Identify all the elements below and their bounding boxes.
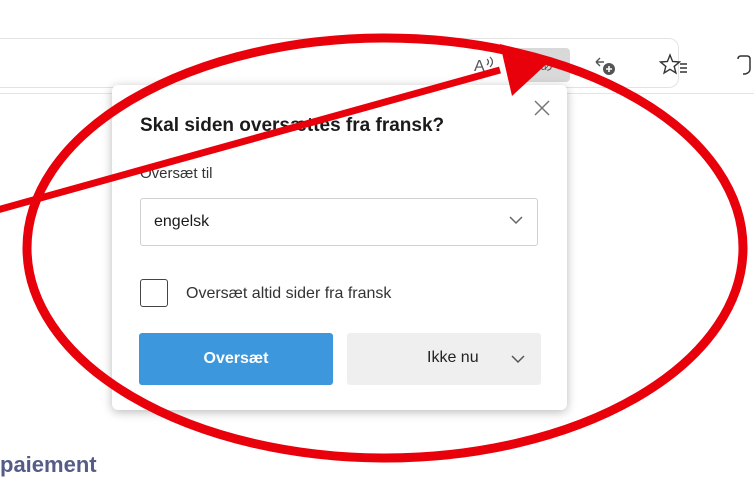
read-aloud-icon[interactable]: A xyxy=(468,48,502,82)
translate-popup: Skal siden oversættes fra fransk? Oversæ… xyxy=(112,85,567,410)
translate-button[interactable]: Oversæt xyxy=(139,333,333,385)
translate-icon[interactable]: あ xyxy=(512,48,570,82)
chevron-down-icon xyxy=(509,216,523,225)
always-translate-label: Oversæt altid sider fra fransk xyxy=(186,285,392,302)
language-select[interactable]: engelsk xyxy=(140,198,538,246)
svg-text:あ: あ xyxy=(540,59,553,74)
always-translate-checkbox[interactable] xyxy=(140,279,168,307)
favorites-icon[interactable] xyxy=(654,48,694,82)
popup-title: Skal siden oversættes fra fransk? xyxy=(140,115,445,136)
page-heading-partial: paiement xyxy=(0,452,97,477)
chevron-down-icon[interactable] xyxy=(509,350,527,368)
close-icon[interactable] xyxy=(529,95,555,121)
address-bar[interactable] xyxy=(0,38,679,88)
translate-to-label: Oversæt til xyxy=(140,165,213,182)
collections-icon[interactable] xyxy=(588,48,622,82)
not-now-label: Ikke nu xyxy=(427,349,479,366)
svg-text:A: A xyxy=(474,58,485,75)
selected-language: engelsk xyxy=(154,213,210,230)
not-now-button[interactable]: Ikke nu xyxy=(347,333,541,385)
extensions-icon[interactable] xyxy=(728,48,754,82)
